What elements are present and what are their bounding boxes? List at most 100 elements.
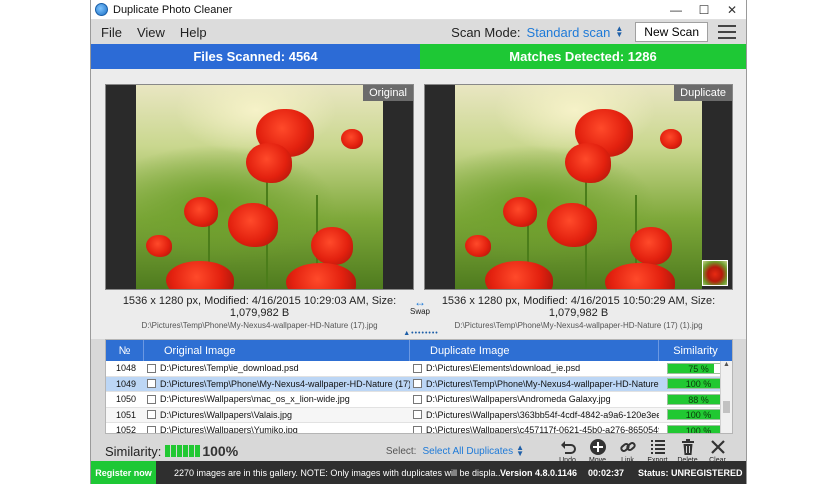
original-photo	[136, 85, 383, 289]
original-checkbox[interactable]	[147, 425, 156, 433]
duplicate-meta: 1536 x 1280 px, Modified: 4/16/2015 10:5…	[424, 295, 733, 330]
original-path-text: D:\Pictures\Temp\ie_download.psd	[160, 363, 299, 374]
original-preview[interactable]: Original	[105, 84, 414, 290]
table-row[interactable]: 1049 D:\Pictures\Temp\Phone\My-Nexus4-wal…	[106, 376, 732, 392]
duplicate-path-text: D:\Pictures\Wallpapers\c457117f-0621-45b…	[426, 425, 659, 434]
new-scan-button[interactable]: New Scan	[635, 22, 708, 42]
original-path-text: D:\Pictures\Temp\Phone\My-Nexus4-wallpap…	[160, 378, 410, 389]
similarity-label: Similarity:	[105, 443, 162, 459]
col-original[interactable]: Original Image	[144, 340, 410, 361]
duplicate-cell[interactable]: D:\Pictures\Wallpapers\Andromeda Galaxy.…	[410, 392, 659, 407]
duplicate-tag: Duplicate	[674, 85, 732, 101]
menu-file[interactable]: File	[101, 25, 122, 40]
updown-arrows-icon: ▲ ▼	[615, 24, 624, 39]
original-checkbox[interactable]	[147, 410, 156, 420]
menu-view[interactable]: View	[137, 25, 165, 40]
original-cell[interactable]: D:\Pictures\Wallpapers\Valais.jpg	[144, 408, 410, 423]
menu-help[interactable]: Help	[180, 25, 207, 40]
original-cell[interactable]: D:\Pictures\Wallpapers\Yumiko.jpg	[144, 423, 410, 434]
original-info: 1536 x 1280 px, Modified: 4/16/2015 10:2…	[122, 295, 397, 319]
duplicate-cell[interactable]: D:\Pictures\Wallpapers\363bb54f-4cdf-484…	[410, 408, 659, 423]
table-row[interactable]: 1051 D:\Pictures\Wallpapers\Valais.jpg D:\…	[106, 407, 732, 423]
version-text: Version 4.8.0.1146	[500, 467, 578, 478]
duplicate-photo	[455, 85, 702, 289]
duplicate-checkbox[interactable]	[413, 425, 422, 433]
col-duplicate[interactable]: Duplicate Image	[410, 340, 659, 361]
maximize-button[interactable]: ☐	[690, 0, 718, 20]
col-number[interactable]: №	[106, 340, 144, 361]
splitter-grip[interactable]: ▲••••••••	[389, 330, 453, 337]
original-checkbox[interactable]	[147, 394, 156, 404]
table-body: 1048 D:\Pictures\Temp\ie_download.psd D:\P…	[106, 361, 732, 434]
original-checkbox[interactable]	[147, 363, 156, 373]
move-icon	[589, 438, 607, 456]
row-number: 1052	[116, 425, 137, 434]
status-message: 2270 images are in this gallery. NOTE: O…	[174, 467, 500, 478]
close-button[interactable]: ✕	[718, 0, 746, 20]
duplicate-path-text: D:\Pictures\Wallpapers\363bb54f-4cdf-484…	[426, 409, 659, 420]
similarity-value: 100%	[202, 443, 239, 459]
original-path-text: D:\Pictures\Wallpapers\Yumiko.jpg	[160, 425, 298, 434]
app-window: Duplicate Photo Cleaner — ☐ ✕ File View …	[90, 0, 747, 484]
minimize-button[interactable]: —	[662, 0, 690, 20]
matches-detected: Matches Detected: 1286	[420, 44, 746, 69]
original-path: D:\Pictures\Temp\Phone\My-Nexus4-wallpap…	[141, 321, 378, 330]
row-number: 1048	[116, 363, 137, 374]
link-icon	[619, 438, 637, 456]
registration-status: Status: UNREGISTERED	[638, 467, 743, 478]
row-number: 1051	[116, 409, 137, 420]
duplicate-cell[interactable]: D:\Pictures\Wallpapers\c457117f-0621-45b…	[410, 423, 659, 434]
row-number: 1050	[116, 394, 137, 405]
scan-mode-label: Scan Mode:	[451, 24, 521, 40]
table-row[interactable]: 1050 D:\Pictures\Wallpapers\mac_os_x_lion…	[106, 392, 732, 408]
export-icon	[649, 438, 667, 456]
select-value: Select All Duplicates	[422, 445, 514, 457]
original-tag: Original	[363, 85, 413, 101]
duplicate-checkbox[interactable]	[413, 394, 422, 404]
original-cell[interactable]: D:\Pictures\Temp\Phone\My-Nexus4-wallpap…	[144, 377, 410, 392]
clear-icon	[709, 438, 727, 456]
scroll-up-icon[interactable]: ▲	[721, 361, 732, 368]
trash-icon	[679, 438, 697, 456]
table-row[interactable]: 1048 D:\Pictures\Temp\ie_download.psd D:\P…	[106, 361, 732, 377]
scan-mode-select[interactable]: Standard scan ▲ ▼	[527, 25, 624, 40]
duplicate-thumbnail[interactable]	[702, 260, 728, 286]
results-table: № Original Image Duplicate Image Similar…	[105, 339, 733, 434]
app-icon	[95, 3, 108, 16]
table-row[interactable]: 1052 D:\Pictures\Wallpapers\Yumiko.jpg D:\…	[106, 423, 732, 434]
duplicate-path-text: D:\Pictures\Elements\download_ie.psd	[426, 363, 581, 374]
original-path-text: D:\Pictures\Wallpapers\mac_os_x_lion-wid…	[160, 394, 350, 405]
table-header: № Original Image Duplicate Image Similar…	[106, 340, 732, 361]
duplicate-cell[interactable]: D:\Pictures\Temp\Phone\My-Nexus4-wallpap…	[410, 377, 659, 392]
duplicate-preview[interactable]: Duplicate	[424, 84, 733, 290]
table-scrollbar[interactable]: ▲	[720, 361, 732, 433]
preview-area: Original Duplicate 1536 x 1280 px, Modif…	[91, 69, 746, 339]
duplicate-path-text: D:\Pictures\Wallpapers\Andromeda Galaxy.…	[426, 394, 611, 405]
duplicate-path-text: D:\Pictures\Temp\Phone\My-Nexus4-wallpap…	[426, 378, 659, 389]
original-checkbox[interactable]	[147, 379, 156, 389]
similarity-slider[interactable]	[165, 445, 201, 457]
duplicate-cell[interactable]: D:\Pictures\Elements\download_ie.psd	[410, 361, 659, 376]
select-label: Select:	[385, 445, 417, 457]
duplicate-checkbox[interactable]	[413, 379, 422, 389]
scroll-thumb[interactable]	[723, 401, 730, 413]
duplicate-checkbox[interactable]	[413, 363, 422, 373]
register-now-button[interactable]: Register now	[91, 461, 156, 484]
row-number: 1049	[116, 378, 137, 389]
elapsed-time: 00:02:37	[588, 467, 625, 478]
hamburger-menu-icon[interactable]	[718, 25, 736, 39]
duplicate-checkbox[interactable]	[413, 410, 422, 420]
original-meta: 1536 x 1280 px, Modified: 4/16/2015 10:2…	[105, 295, 414, 330]
title-bar: Duplicate Photo Cleaner — ☐ ✕	[91, 0, 746, 20]
select-dropdown[interactable]: Select All Duplicates ▲ ▼	[422, 443, 524, 458]
updown-arrows-icon: ▲ ▼	[516, 443, 524, 458]
stats-bar: Files Scanned: 4564 Matches Detected: 12…	[91, 44, 746, 69]
menu-bar: File View Help Scan Mode: Standard scan …	[91, 20, 746, 44]
original-cell[interactable]: D:\Pictures\Temp\ie_download.psd	[144, 361, 410, 376]
scan-mode-value: Standard scan	[526, 24, 611, 40]
undo-icon	[559, 438, 577, 456]
col-similarity[interactable]: Similarity	[659, 340, 732, 361]
original-cell[interactable]: D:\Pictures\Wallpapers\mac_os_x_lion-wid…	[144, 392, 410, 407]
original-path-text: D:\Pictures\Wallpapers\Valais.jpg	[160, 409, 293, 420]
duplicate-info: 1536 x 1280 px, Modified: 4/16/2015 10:5…	[441, 295, 716, 319]
